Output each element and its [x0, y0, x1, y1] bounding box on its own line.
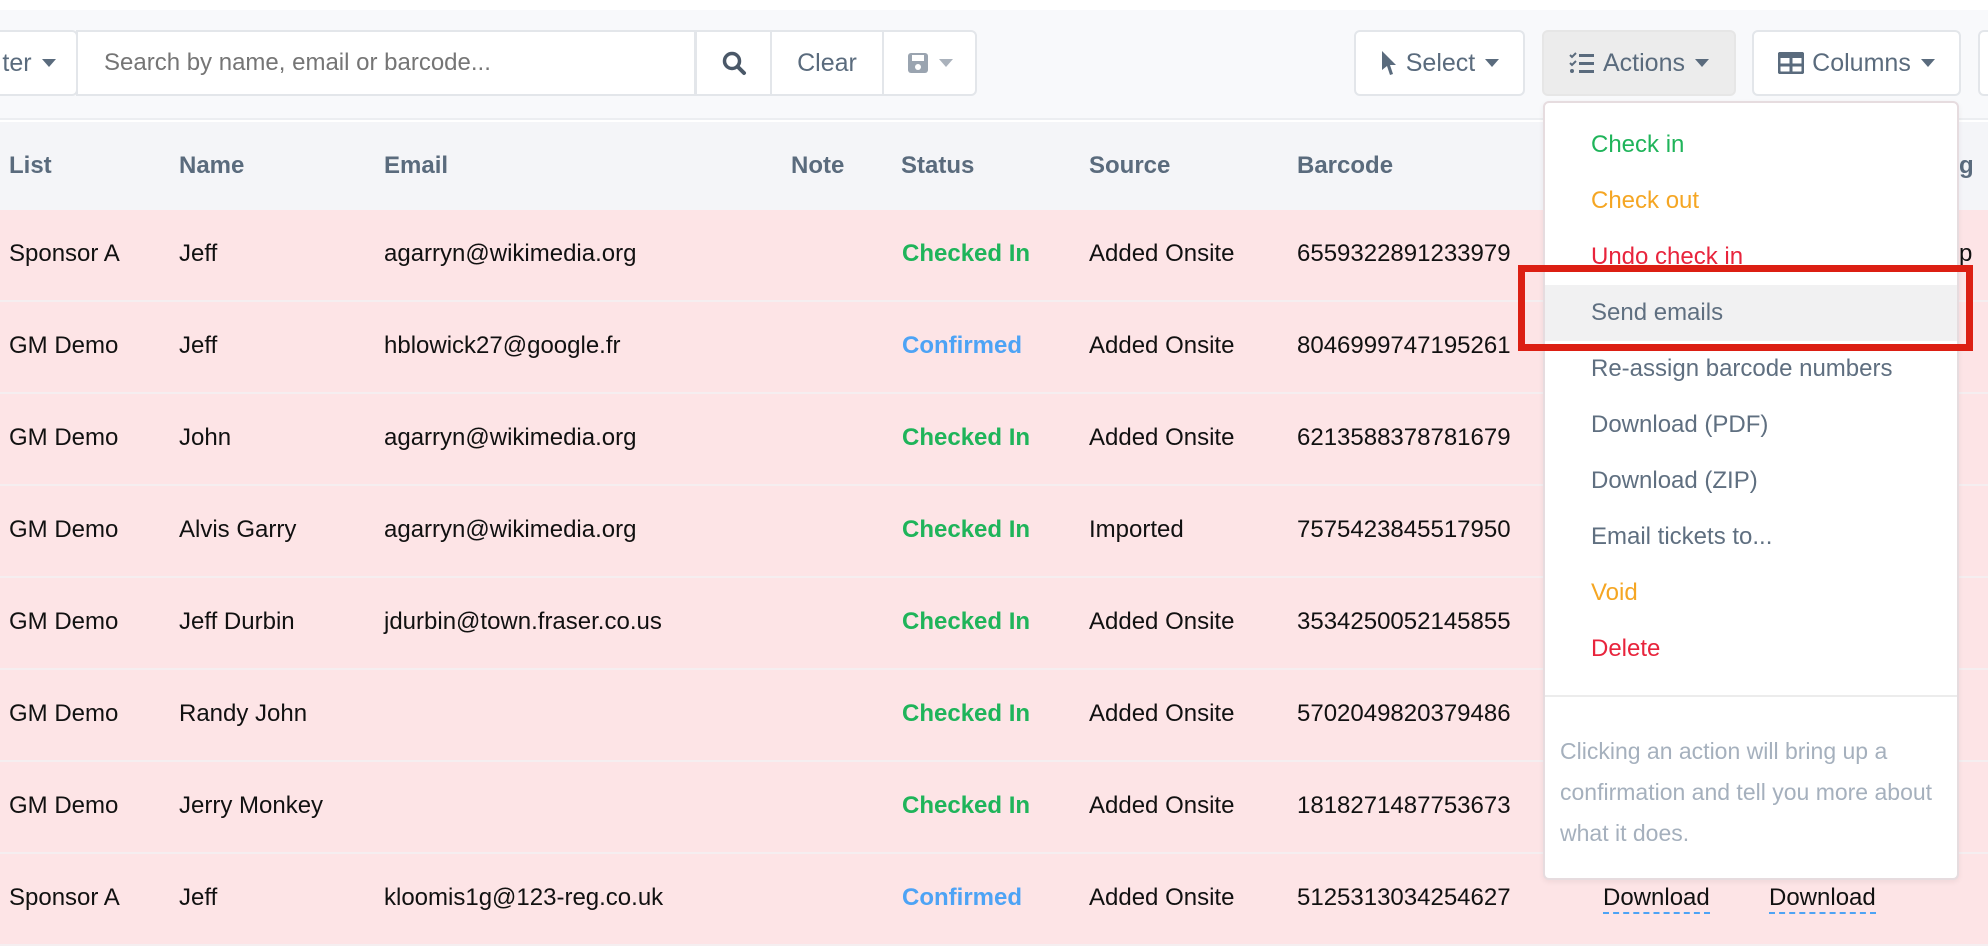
actions-help-text: Clicking an action will bring up a confi…: [1560, 738, 1933, 846]
caret-down-icon: [938, 59, 953, 67]
cell-list: GM Demo: [9, 516, 119, 543]
cell-barcode: 6213588378781679: [1297, 424, 1511, 451]
save-filter-button[interactable]: [882, 30, 977, 96]
status-badge: Checked In: [902, 240, 1031, 267]
cell-list: GM Demo: [9, 792, 119, 819]
caret-down-icon: [1485, 59, 1500, 67]
cell-email: agarryn@wikimedia.org: [384, 516, 637, 543]
cell-list: GM Demo: [9, 608, 119, 635]
menu-item-delete[interactable]: Delete: [1545, 621, 1957, 677]
cell-barcode: 7575423845517950: [1297, 516, 1511, 543]
cell-barcode: 5125313034254627: [1297, 884, 1511, 911]
cell-email: jdurbin@town.fraser.co.us: [384, 608, 662, 635]
status-badge: Confirmed: [902, 332, 1022, 359]
download-link[interactable]: Download: [1603, 884, 1710, 914]
save-icon: [907, 53, 928, 73]
menu-item-void[interactable]: Void: [1545, 565, 1957, 621]
header-truncated[interactable]: g: [1959, 152, 1974, 180]
cell-email: hblowick27@google.fr: [384, 332, 621, 359]
columns-button[interactable]: Columns: [1752, 30, 1961, 96]
cell-source: Added Onsite: [1089, 700, 1235, 727]
header-note[interactable]: Note: [791, 152, 844, 180]
actions-button[interactable]: Actions: [1542, 30, 1736, 96]
cell-barcode: 6559322891233979: [1297, 240, 1511, 267]
cursor-icon: [1381, 51, 1396, 75]
cell-barcode: 5702049820379486: [1297, 700, 1511, 727]
cell-barcode: 3534250052145855: [1297, 608, 1511, 635]
header-barcode[interactable]: Barcode: [1297, 152, 1393, 180]
caret-down-icon: [1920, 59, 1935, 67]
menu-item-check-out[interactable]: Check out: [1545, 173, 1957, 229]
filter-button[interactable]: ter: [0, 30, 78, 96]
cell-name: Alvis Garry: [179, 516, 297, 543]
menu-item-email-tickets-to[interactable]: Email tickets to...: [1545, 509, 1957, 565]
search-icon: [722, 51, 746, 75]
tasks-icon: [1569, 52, 1594, 73]
status-badge: Checked In: [902, 424, 1031, 451]
cell-name: Randy John: [179, 700, 308, 727]
status-badge: Confirmed: [902, 884, 1022, 911]
more-button[interactable]: [1978, 30, 1988, 96]
menu-divider: [1545, 695, 1957, 697]
header-status[interactable]: Status: [901, 152, 974, 180]
status-badge: Checked In: [902, 608, 1031, 635]
cell-name: Jeff: [179, 240, 218, 267]
cell-email: agarryn@wikimedia.org: [384, 240, 637, 267]
cell-list: Sponsor A: [9, 884, 120, 911]
header-email[interactable]: Email: [384, 152, 448, 180]
cell-source: Imported: [1089, 516, 1184, 543]
cell-name: Jerry Monkey: [179, 792, 324, 819]
menu-item-download-zip[interactable]: Download (ZIP): [1545, 453, 1957, 509]
caret-down-icon: [1694, 59, 1709, 67]
header-name[interactable]: Name: [179, 152, 244, 180]
cell-source: Added Onsite: [1089, 240, 1235, 267]
cell-name: Jeff: [179, 884, 218, 911]
cell-list: Sponsor A: [9, 240, 120, 267]
menu-item-download-pdf[interactable]: Download (PDF): [1545, 397, 1957, 453]
clear-button[interactable]: Clear: [770, 30, 884, 96]
status-badge: Checked In: [902, 700, 1031, 727]
header-list[interactable]: List: [9, 152, 52, 180]
cell-barcode: 1818271487753673: [1297, 792, 1511, 819]
cell-source: Added Onsite: [1089, 884, 1235, 911]
search-button[interactable]: [695, 30, 772, 96]
select-button[interactable]: Select: [1354, 30, 1525, 96]
cell-list: GM Demo: [9, 332, 119, 359]
cell-truncated: p: [1959, 240, 1973, 267]
menu-item-check-in[interactable]: Check in: [1545, 117, 1957, 173]
table-icon: [1778, 52, 1805, 74]
search-input[interactable]: [76, 30, 696, 96]
caret-down-icon: [41, 59, 56, 67]
status-badge: Checked In: [902, 516, 1031, 543]
cell-email: agarryn@wikimedia.org: [384, 424, 637, 451]
cell-source: Added Onsite: [1089, 792, 1235, 819]
actions-dropdown-menu: Check in Check out Undo check in Send email…: [1543, 101, 1959, 880]
header-source[interactable]: Source: [1089, 152, 1170, 180]
cell-list: GM Demo: [9, 700, 119, 727]
status-badge: Checked In: [902, 792, 1031, 819]
cell-source: Added Onsite: [1089, 332, 1235, 359]
download-link[interactable]: Download: [1769, 884, 1876, 914]
cell-source: Added Onsite: [1089, 608, 1235, 635]
highlight-annotation-box: [1518, 265, 1973, 351]
cell-name: John: [179, 424, 232, 451]
cell-email: kloomis1g@123-reg.co.uk: [384, 884, 664, 911]
cell-source: Added Onsite: [1089, 424, 1235, 451]
cell-name: Jeff: [179, 332, 218, 359]
cell-list: GM Demo: [9, 424, 119, 451]
cell-barcode: 8046999747195261: [1297, 332, 1511, 359]
cell-name: Jeff Durbin: [179, 608, 295, 635]
